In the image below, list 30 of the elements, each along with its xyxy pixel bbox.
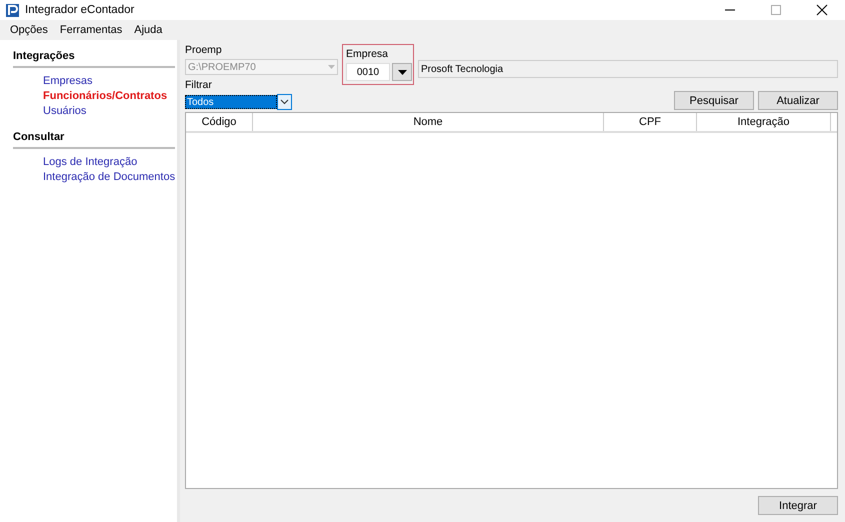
menu-item[interactable]: Ajuda [128,24,168,36]
integrate-button[interactable]: Integrar [758,496,838,515]
caret-icon [398,70,406,74]
menu-item[interactable]: Ferramentas [54,24,128,36]
field-label: Filtrar [185,79,213,91]
column-header[interactable]: Integração [697,113,831,131]
field-label: Proemp [185,44,223,56]
section-heading: Integrações [13,50,175,68]
column-header[interactable]: CPF [604,113,697,131]
sidebar-link[interactable]: Logs de Integração [43,156,177,168]
toolbar-button[interactable]: Atualizar [758,91,838,110]
sidebar-link[interactable]: Usuários [43,105,177,117]
section-heading: Consultar [13,131,175,149]
window-title: Integrador eContador [25,4,134,16]
company-code-field[interactable]: 0010 [346,63,390,81]
menu-item[interactable]: Opções [4,24,54,36]
app-logo-icon [6,4,19,16]
dropdown-icon [328,64,335,70]
sidebar-link[interactable]: Integração de Documentos [43,171,177,183]
chevron-icon [280,99,289,105]
sidebar-link[interactable]: Funcionários/Contratos [43,90,177,102]
sidebar-link[interactable]: Empresas [43,75,177,87]
column-header[interactable]: Código [186,113,253,131]
dropdown-button[interactable] [392,63,412,81]
column-header[interactable]: Nome [253,113,604,131]
company-name-field: Prosoft Tecnologia [418,60,838,78]
field-label: Empresa [346,48,390,60]
dropdown-button[interactable] [277,94,292,110]
filter-select[interactable]: Todos [185,95,277,109]
toolbar-button[interactable]: Pesquisar [674,91,754,110]
